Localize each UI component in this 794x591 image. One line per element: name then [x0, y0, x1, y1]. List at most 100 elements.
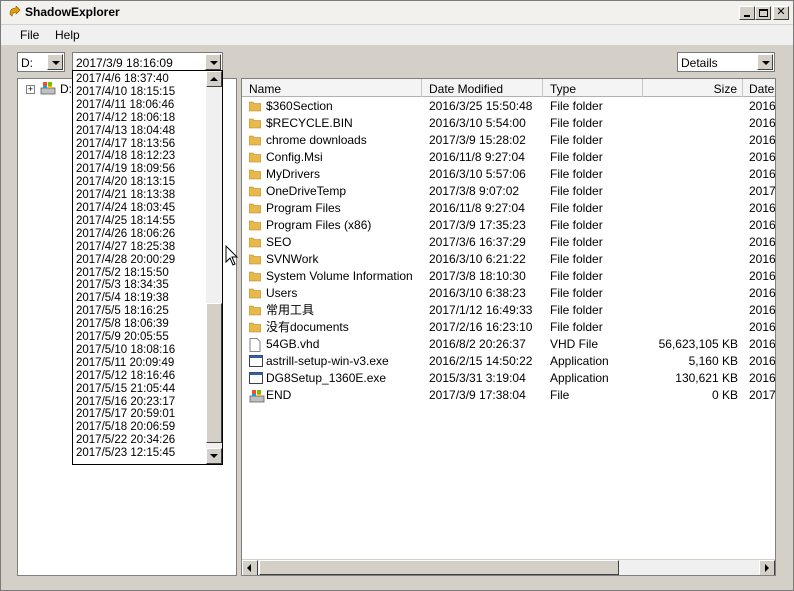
minimize-button[interactable] [739, 6, 755, 20]
table-row[interactable]: $360Section 2016/3/25 15:50:48 File folder… [242, 98, 775, 115]
file-name: System Volume Information [266, 269, 413, 283]
file-name: Users [266, 286, 298, 300]
snapshot-option[interactable]: 2017/5/12 18:16:46 [76, 370, 175, 383]
snapshot-option[interactable]: 2017/5/23 12:15:45 [76, 447, 175, 460]
snapshot-option[interactable]: 2017/5/11 20:09:49 [76, 357, 174, 370]
scroll-right-icon[interactable] [759, 560, 775, 575]
snapshot-option[interactable]: 2017/4/10 18:15:15 [76, 86, 175, 99]
column-header-name[interactable]: Name [242, 79, 422, 97]
scroll-down-icon[interactable] [206, 448, 222, 464]
file-date-modified: 2016/11/8 9:27:04 [429, 150, 525, 164]
snapshot-option[interactable]: 2017/4/17 18:13:56 [76, 138, 175, 151]
table-row[interactable]: $RECYCLE.BIN 2016/3/10 5:54:00 File folder… [242, 115, 775, 132]
snapshot-select[interactable]: 2017/3/9 18:16:09 [72, 52, 223, 72]
table-row[interactable]: 常用工具 2017/1/12 16:49:33 File folder 2016/ [242, 302, 775, 319]
table-row[interactable]: Users 2016/3/10 6:38:23 File folder 2016/ [242, 285, 775, 302]
file-type: File folder [550, 133, 603, 147]
view-select[interactable]: Details [677, 52, 775, 72]
file-name: astrill-setup-win-v3.exe [266, 354, 389, 368]
tree-expand-icon[interactable]: + [26, 85, 35, 94]
snapshot-option[interactable]: 2017/4/18 18:12:23 [76, 150, 175, 163]
snapshot-option[interactable]: 2017/4/20 18:13:15 [76, 176, 175, 189]
file-type: File folder [550, 252, 603, 266]
file-date-modified: 2017/3/8 18:10:30 [429, 269, 526, 283]
table-row[interactable]: END 2017/3/9 17:38:04 File 0 KB 2017/ [242, 387, 775, 404]
table-row[interactable]: Program Files 2016/11/8 9:27:04 File folde… [242, 200, 775, 217]
file-name: SVNWork [266, 252, 319, 266]
table-row[interactable]: SEO 2017/3/6 16:37:29 File folder 2016/ [242, 234, 775, 251]
snapshot-option[interactable]: 2017/4/27 18:25:38 [76, 241, 175, 254]
snapshot-option[interactable]: 2017/5/8 18:06:39 [76, 318, 169, 331]
file-list[interactable]: Name Date Modified Type Size Date $360Se… [241, 78, 776, 576]
table-row[interactable]: astrill-setup-win-v3.exe 2016/2/15 14:50:… [242, 353, 775, 370]
table-row[interactable]: System Volume Information 2017/3/8 18:10:… [242, 268, 775, 285]
snapshot-option[interactable]: 2017/5/4 18:19:38 [76, 292, 169, 305]
table-row[interactable]: DG8Setup_1360E.exe 2015/3/31 3:19:04 Appli… [242, 370, 775, 387]
snapshot-option[interactable]: 2017/5/17 20:59:01 [76, 408, 175, 421]
table-row[interactable]: Program Files (x86) 2017/3/9 17:35:23 File… [242, 217, 776, 234]
maximize-button[interactable] [755, 6, 771, 20]
tree-root-label[interactable]: D: [60, 82, 72, 96]
column-header-size[interactable]: Size [643, 79, 743, 97]
table-row[interactable]: Config.Msi 2016/11/8 9:27:04 File folder 20… [242, 149, 775, 166]
snapshot-option[interactable]: 2017/4/26 18:06:26 [76, 228, 175, 241]
folder-icon [248, 236, 262, 248]
horizontal-scrollbar[interactable] [242, 559, 775, 575]
snapshot-option[interactable]: 2017/4/12 18:06:18 [76, 112, 175, 125]
snapshot-option[interactable]: 2017/5/16 20:23:17 [76, 396, 175, 409]
file-type: File folder [550, 150, 603, 164]
dropdown-scrollbar[interactable] [206, 71, 222, 464]
file-date-modified: 2017/3/6 16:37:29 [429, 235, 526, 249]
snapshot-option[interactable]: 2017/4/19 18:09:56 [76, 163, 175, 176]
snapshot-option[interactable]: 2017/5/10 18:08:16 [76, 344, 175, 357]
snapshot-option[interactable]: 2017/5/5 18:16:25 [76, 305, 169, 318]
chevron-down-icon[interactable] [205, 54, 221, 70]
snapshot-option[interactable]: 2017/4/11 18:06:46 [76, 99, 174, 112]
close-button[interactable]: ✕ [773, 6, 789, 20]
snapshot-option[interactable]: 2017/4/28 20:00:29 [76, 254, 175, 267]
snapshot-option[interactable]: 2017/4/13 18:04:48 [76, 125, 175, 138]
file-date-modified: 2017/3/9 17:35:23 [429, 218, 526, 232]
file-type: File folder [550, 218, 603, 232]
chevron-down-icon[interactable] [47, 54, 63, 70]
scroll-left-icon[interactable] [242, 560, 258, 575]
file-name: SEO [266, 235, 292, 249]
table-row[interactable]: 54GB.vhd 2016/8/2 20:26:37 VHD File 56,623,… [242, 336, 775, 353]
chevron-down-icon[interactable] [757, 54, 773, 70]
dropdown-scroll-thumb[interactable] [206, 303, 222, 443]
column-header-type[interactable]: Type [543, 79, 643, 97]
snapshot-option[interactable]: 2017/4/24 18:03:45 [76, 202, 175, 215]
snapshot-dropdown-list[interactable]: 2017/4/6 18:37:40 2017/4/10 18:15:15 2017/… [72, 70, 223, 465]
snapshot-option[interactable]: 2017/4/25 18:14:55 [76, 215, 175, 228]
drive-select[interactable]: D: [17, 52, 65, 72]
column-header-date[interactable]: Date [743, 79, 775, 97]
table-row[interactable]: OneDriveTemp 2017/3/8 9:07:02 File folder 2… [242, 183, 775, 200]
snapshot-option[interactable]: 2017/5/2 18:15:50 [76, 267, 169, 280]
scroll-up-icon[interactable] [206, 71, 222, 87]
title-bar[interactable]: ShadowExplorer ✕ [1, 1, 793, 25]
snapshot-option[interactable]: 2017/5/22 20:34:26 [76, 434, 175, 447]
window-title: ShadowExplorer [25, 5, 120, 19]
table-row[interactable]: 没有documents 2017/2/16 16:23:10 File folder… [242, 319, 775, 336]
file-date: 2016/ [749, 218, 776, 232]
status-bar [1, 578, 793, 590]
menu-file[interactable]: File [20, 28, 39, 42]
file-type: File [550, 388, 570, 402]
file-type: File folder [550, 269, 603, 283]
menu-help[interactable]: Help [55, 28, 80, 42]
folder-icon [248, 151, 262, 163]
snapshot-option[interactable]: 2017/5/18 20:06:59 [76, 421, 175, 434]
snapshot-option[interactable]: 2017/5/15 21:05:44 [76, 383, 175, 396]
snapshot-option[interactable]: 2017/5/9 20:05:55 [76, 331, 169, 344]
horizontal-scroll-thumb[interactable] [259, 560, 619, 575]
snapshot-option[interactable]: 2017/5/3 18:34:35 [76, 279, 169, 292]
file-date: 2016/ [749, 167, 776, 181]
table-row[interactable]: SVNWork 2016/3/10 6:21:22 File folder 2016/ [242, 251, 775, 268]
column-header-date-modified[interactable]: Date Modified [422, 79, 543, 97]
snapshot-option[interactable]: 2017/4/21 18:13:38 [76, 189, 175, 202]
snapshot-option[interactable]: 2017/4/6 18:37:40 [76, 73, 169, 86]
table-row[interactable]: chrome downloads 2017/3/9 15:28:02 File fo… [242, 132, 775, 149]
table-row[interactable]: MyDrivers 2016/3/10 5:57:06 File folder 201… [242, 166, 776, 183]
file-size: 5,160 KB [688, 354, 738, 368]
file-name: $360Section [266, 99, 333, 113]
